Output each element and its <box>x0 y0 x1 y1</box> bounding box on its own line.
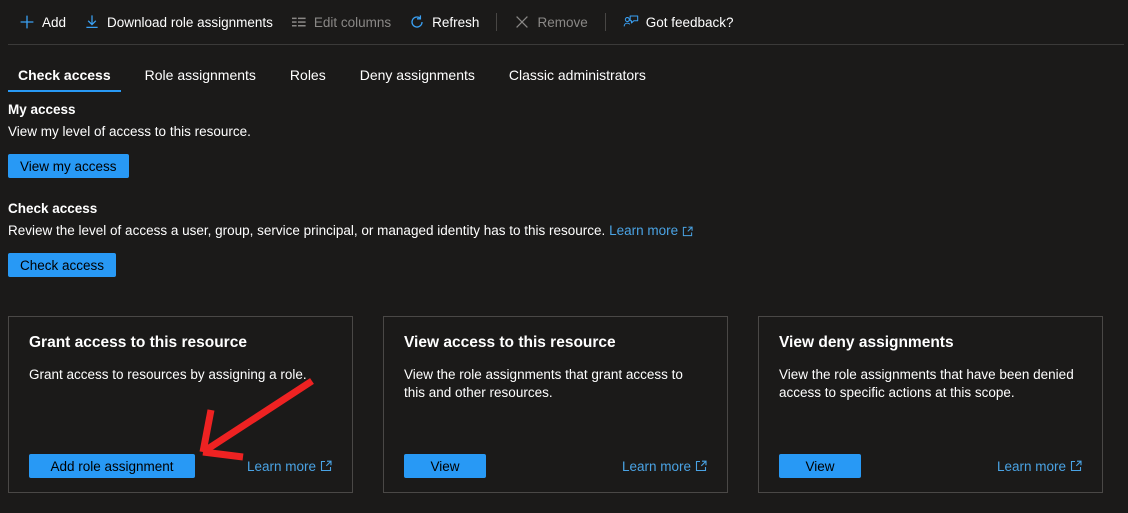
tab-check-access[interactable]: Check access <box>8 67 121 92</box>
add-label: Add <box>42 15 66 30</box>
got-feedback-button[interactable]: Got feedback? <box>614 7 743 37</box>
my-access-section: My access View my level of access to thi… <box>0 101 1128 178</box>
my-access-title: My access <box>8 101 1120 119</box>
download-icon <box>84 14 100 30</box>
command-bar-divider <box>8 44 1124 45</box>
tab-role-assignments[interactable]: Role assignments <box>135 67 266 92</box>
check-access-description: Review the level of access a user, group… <box>8 222 1120 240</box>
check-access-learn-more-link[interactable]: Learn more <box>609 222 693 240</box>
view-deny-card-footer: View Learn more <box>779 454 1082 478</box>
download-role-assignments-button[interactable]: Download role assignments <box>75 7 282 37</box>
remove-button[interactable]: Remove <box>505 7 596 37</box>
got-feedback-label: Got feedback? <box>646 15 734 30</box>
columns-icon <box>291 14 307 30</box>
check-access-learn-more-label: Learn more <box>609 222 678 240</box>
view-deny-learn-more-link[interactable]: Learn more <box>997 459 1082 474</box>
grant-access-card-footer: Add role assignment Learn more <box>29 454 332 478</box>
tab-role-assignments-label: Role assignments <box>145 67 256 83</box>
remove-label: Remove <box>537 15 587 30</box>
view-access-learn-more-link[interactable]: Learn more <box>622 459 707 474</box>
tab-deny-assignments-label: Deny assignments <box>360 67 475 83</box>
edit-columns-label: Edit columns <box>314 15 391 30</box>
check-access-description-text: Review the level of access a user, group… <box>8 223 605 238</box>
tab-roles[interactable]: Roles <box>280 67 336 92</box>
external-link-icon <box>682 226 693 237</box>
download-role-assignments-label: Download role assignments <box>107 15 273 30</box>
tab-roles-label: Roles <box>290 67 326 83</box>
external-link-icon <box>695 460 707 472</box>
view-deny-assignments-card: View deny assignments View the role assi… <box>758 316 1103 493</box>
check-access-section: Check access Review the level of access … <box>0 200 1128 277</box>
tab-classic-administrators[interactable]: Classic administrators <box>499 67 656 92</box>
view-deny-card-description: View the role assignments that have been… <box>779 366 1082 402</box>
edit-columns-button[interactable]: Edit columns <box>282 7 400 37</box>
view-access-button[interactable]: View <box>404 454 486 478</box>
access-cards: Grant access to this resource Grant acce… <box>8 316 1120 493</box>
grant-access-card: Grant access to this resource Grant acce… <box>8 316 353 493</box>
view-access-learn-more-label: Learn more <box>622 459 691 474</box>
add-button[interactable]: Add <box>10 7 75 37</box>
check-access-button[interactable]: Check access <box>8 253 116 277</box>
view-deny-assignments-button[interactable]: View <box>779 454 861 478</box>
view-my-access-button[interactable]: View my access <box>8 154 129 178</box>
view-deny-learn-more-label: Learn more <box>997 459 1066 474</box>
grant-access-learn-more-link[interactable]: Learn more <box>247 459 332 474</box>
my-access-description: View my level of access to this resource… <box>8 123 1120 141</box>
tab-check-access-label: Check access <box>18 67 111 83</box>
view-access-card-description: View the role assignments that grant acc… <box>404 366 707 402</box>
refresh-icon <box>409 14 425 30</box>
grant-access-learn-more-label: Learn more <box>247 459 316 474</box>
refresh-label: Refresh <box>432 15 479 30</box>
add-role-assignment-button[interactable]: Add role assignment <box>29 454 195 478</box>
refresh-button[interactable]: Refresh <box>400 7 488 37</box>
tab-deny-assignments[interactable]: Deny assignments <box>350 67 485 92</box>
view-access-card-footer: View Learn more <box>404 454 707 478</box>
close-x-icon <box>514 14 530 30</box>
view-access-card: View access to this resource View the ro… <box>383 316 728 493</box>
view-access-card-title: View access to this resource <box>404 333 707 353</box>
check-access-title: Check access <box>8 200 1120 218</box>
plus-icon <box>19 14 35 30</box>
command-separator-2 <box>605 13 606 31</box>
external-link-icon <box>1070 460 1082 472</box>
command-bar: Add Download role assignments Edit colum… <box>0 0 1128 44</box>
grant-access-card-description: Grant access to resources by assigning a… <box>29 366 332 384</box>
tab-classic-administrators-label: Classic administrators <box>509 67 646 83</box>
external-link-icon <box>320 460 332 472</box>
tab-bar: Check access Role assignments Roles Deny… <box>0 52 1128 92</box>
view-deny-card-title: View deny assignments <box>779 333 1082 353</box>
grant-access-card-title: Grant access to this resource <box>29 333 332 353</box>
command-separator-1 <box>496 13 497 31</box>
feedback-person-icon <box>623 14 639 30</box>
